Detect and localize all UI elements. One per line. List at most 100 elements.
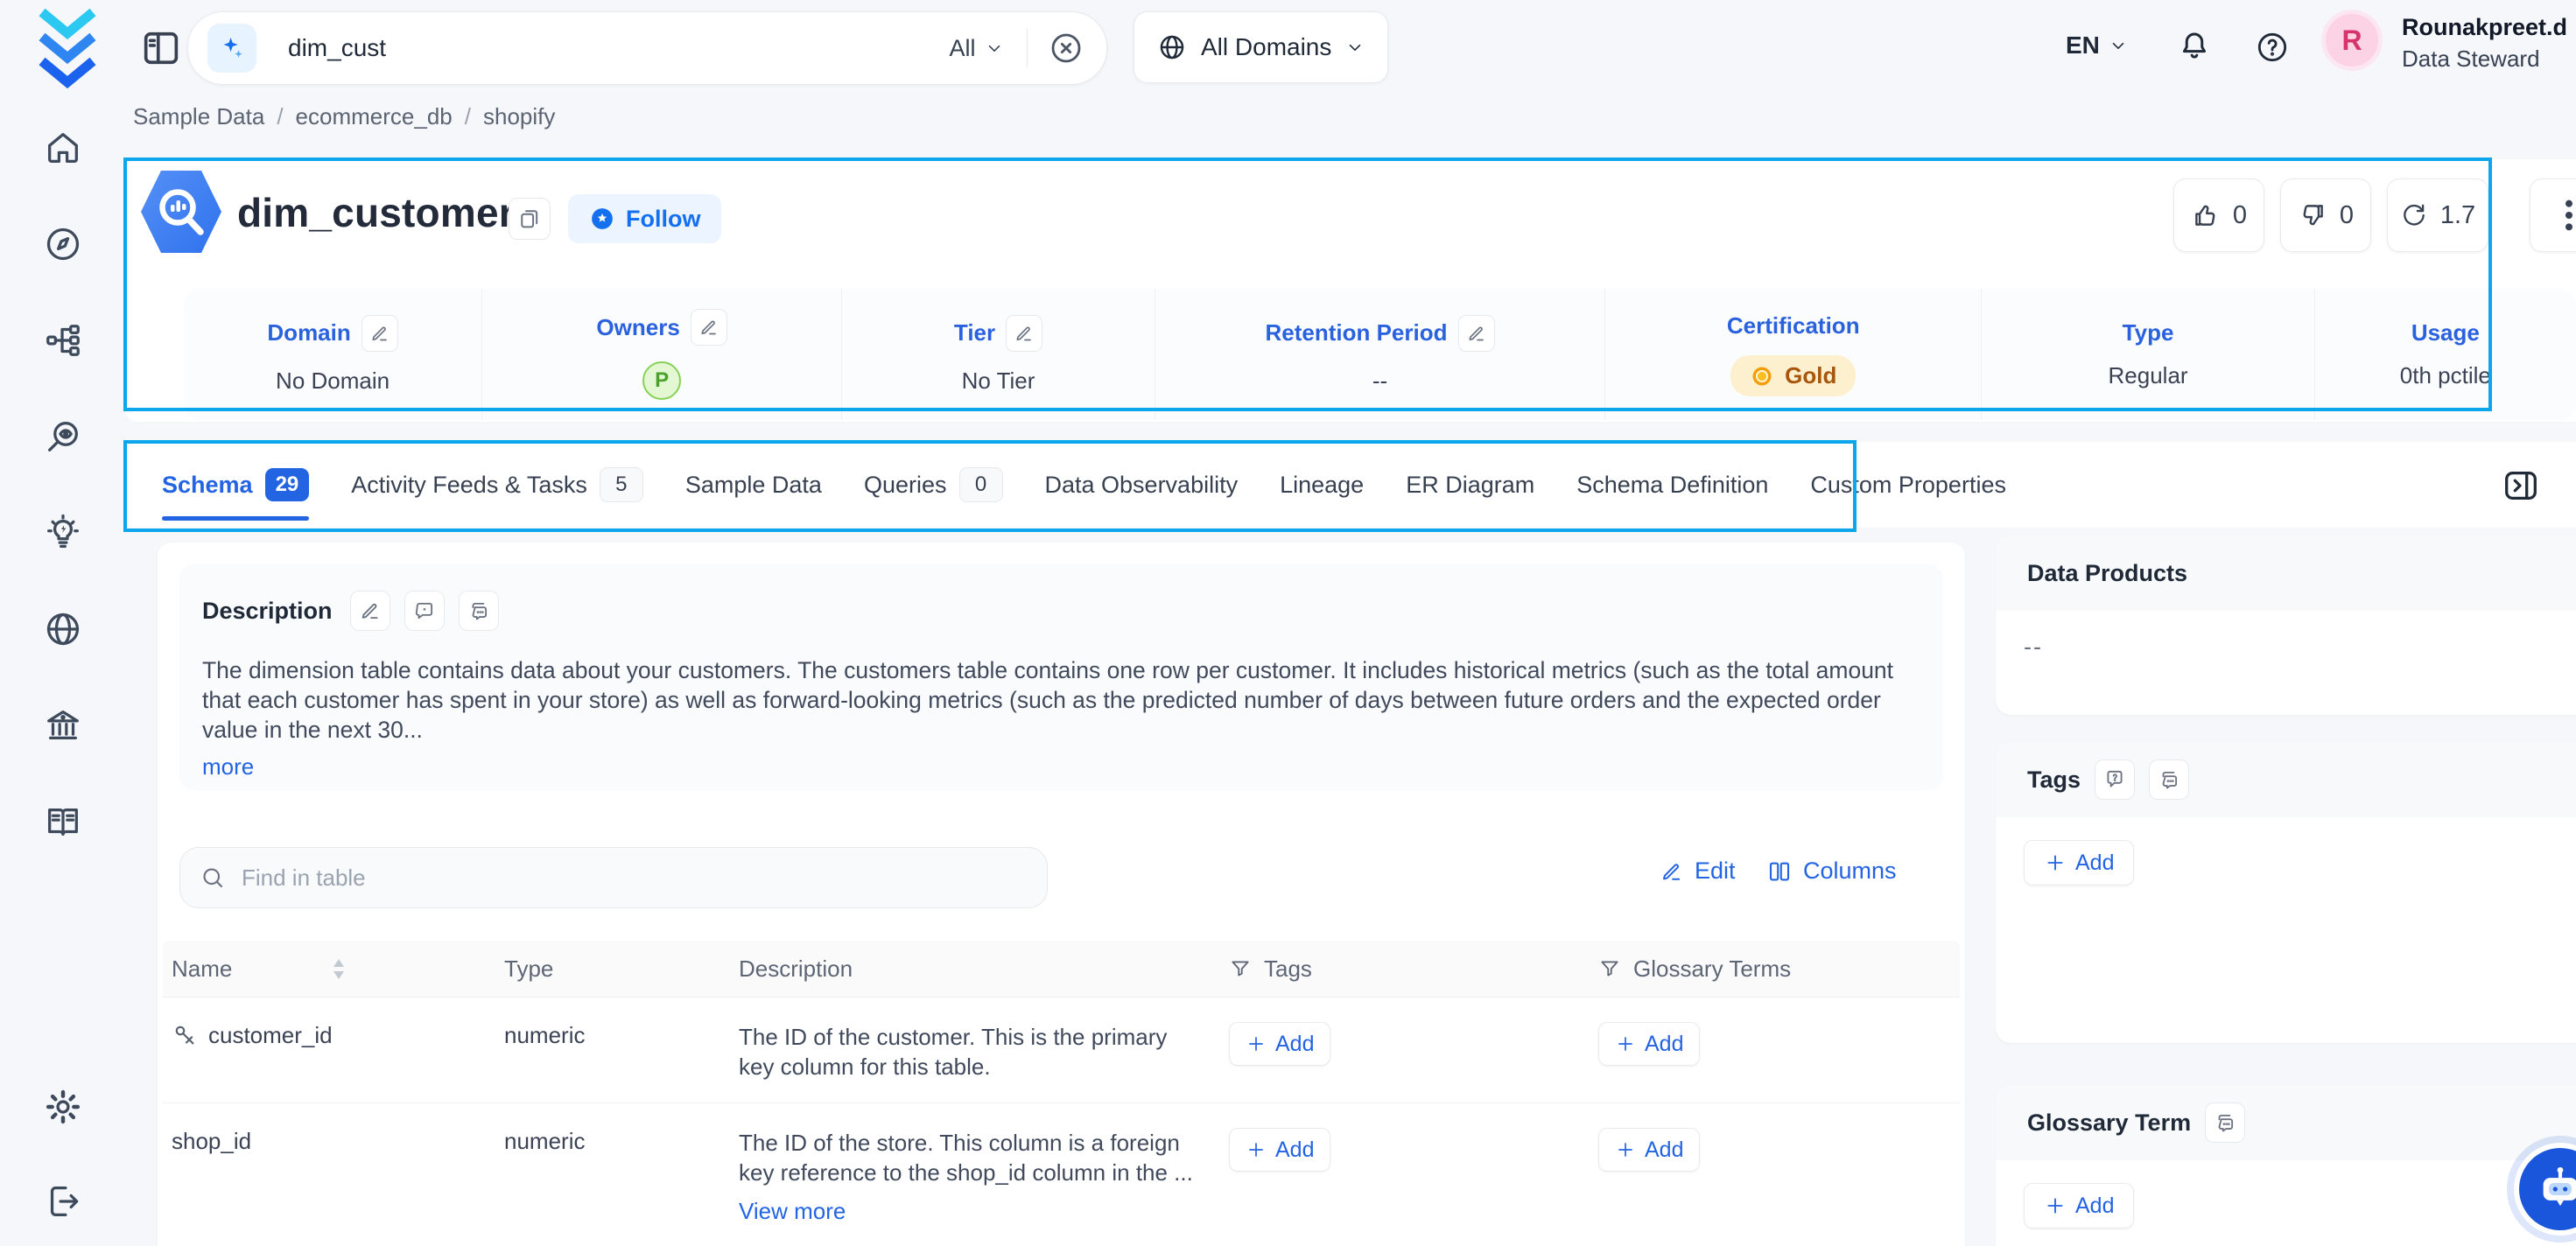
follow-button[interactable]: Follow xyxy=(568,194,721,243)
edit-domain-icon[interactable] xyxy=(361,315,398,352)
version-history-button[interactable]: 1.7 xyxy=(2387,178,2488,252)
tab-queries[interactable]: Queries 0 xyxy=(864,442,1003,528)
tags-request-icon[interactable] xyxy=(2095,760,2135,800)
col-header-type: Type xyxy=(495,941,730,997)
add-glossary-term-button[interactable]: Add xyxy=(1598,1128,1700,1172)
tab-er-diagram[interactable]: ER Diagram xyxy=(1406,442,1534,528)
find-in-table-search[interactable] xyxy=(179,847,1048,908)
star-icon xyxy=(589,206,615,232)
add-tag-button[interactable]: Add xyxy=(1229,1128,1330,1172)
pencil-icon xyxy=(1660,859,1684,884)
plus-icon xyxy=(1615,1033,1636,1054)
owners-label[interactable]: Owners xyxy=(596,314,679,341)
tags-conversation-icon[interactable] xyxy=(2149,760,2189,800)
add-glossary-term-button[interactable]: Add xyxy=(2024,1183,2134,1228)
notifications-bell-icon[interactable] xyxy=(2176,28,2213,65)
col-header-name[interactable]: Name xyxy=(163,941,495,997)
columns-label: Columns xyxy=(1803,858,1897,885)
metadata-domain: Domain No Domain xyxy=(184,289,482,420)
search-scope-dropdown[interactable]: All xyxy=(949,35,1003,62)
medal-icon xyxy=(1750,364,1774,388)
certification-label[interactable]: Certification xyxy=(1727,312,1860,340)
tab-label: Data Observability xyxy=(1045,472,1239,499)
glossary-conversation-icon[interactable] xyxy=(2205,1102,2245,1143)
all-domains-button[interactable]: All Domains xyxy=(1134,11,1388,83)
domains-globe-icon[interactable] xyxy=(43,609,83,649)
sidebar-toggle-icon[interactable] xyxy=(138,25,184,71)
plus-icon xyxy=(1615,1139,1636,1160)
retention-value: -- xyxy=(1372,368,1387,395)
column-name[interactable]: shop_id xyxy=(172,1128,251,1155)
glossary-book-icon[interactable] xyxy=(43,802,83,842)
settings-gear-icon[interactable] xyxy=(43,1087,83,1127)
suggestions-icon[interactable] xyxy=(459,591,499,631)
user-name: Rounakpreet.d xyxy=(2402,14,2567,41)
usage-label[interactable]: Usage xyxy=(2411,319,2480,346)
sort-icon[interactable] xyxy=(332,959,346,979)
col-header-description: Description xyxy=(730,941,1220,997)
add-tag-button[interactable]: Add xyxy=(2024,840,2134,886)
tab-schema[interactable]: Schema 29 xyxy=(162,442,309,528)
language-selector[interactable]: EN xyxy=(2066,32,2128,60)
app-logo-icon[interactable] xyxy=(32,7,103,89)
more-options-kebab-button[interactable] xyxy=(2530,178,2576,252)
tab-label: Sample Data xyxy=(685,472,822,499)
tab-sample-data[interactable]: Sample Data xyxy=(685,442,822,528)
filter-icon[interactable] xyxy=(1598,957,1621,980)
collapse-right-panel-icon[interactable] xyxy=(2501,466,2541,506)
domain-value: No Domain xyxy=(276,368,390,395)
copy-name-button[interactable] xyxy=(509,198,551,240)
search-input[interactable]: dim_cust xyxy=(288,34,949,62)
edit-retention-icon[interactable] xyxy=(1458,315,1495,352)
add-glossary-term-button[interactable]: Add xyxy=(1598,1022,1700,1066)
metadata-owners: Owners P xyxy=(482,289,842,420)
tab-activity-feeds[interactable]: Activity Feeds & Tasks 5 xyxy=(351,442,643,528)
find-in-table-input[interactable] xyxy=(240,864,1028,892)
active-tab-underline xyxy=(162,516,309,521)
tab-label: ER Diagram xyxy=(1406,472,1534,499)
owner-avatar[interactable]: P xyxy=(642,361,681,400)
table-row: shop_id numeric The ID of the store. Thi… xyxy=(163,1103,1960,1246)
domain-label[interactable]: Domain xyxy=(267,319,350,346)
user-avatar[interactable]: R xyxy=(2321,10,2383,71)
tab-custom-properties[interactable]: Custom Properties xyxy=(1810,442,2006,528)
comment-icon[interactable] xyxy=(404,591,445,631)
edit-table-button[interactable]: Edit xyxy=(1660,858,1736,885)
header-label: Glossary Terms xyxy=(1633,956,1791,983)
governance-bank-icon[interactable] xyxy=(43,705,83,746)
breadcrumb-item[interactable]: shopify xyxy=(483,103,555,130)
usage-value: 0th pctile xyxy=(2400,362,2491,389)
home-icon[interactable] xyxy=(43,128,83,168)
edit-tier-icon[interactable] xyxy=(1006,315,1042,352)
columns-button[interactable]: Columns xyxy=(1766,858,1897,885)
explore-compass-icon[interactable] xyxy=(43,224,83,264)
tab-schema-definition[interactable]: Schema Definition xyxy=(1576,442,1768,528)
downvote-button[interactable]: 0 xyxy=(2280,178,2371,252)
col-header-tags: Tags xyxy=(1220,941,1590,997)
breadcrumb-item[interactable]: Sample Data xyxy=(133,103,264,130)
insights-bulb-icon[interactable] xyxy=(43,513,83,553)
type-label[interactable]: Type xyxy=(2123,319,2174,346)
help-icon[interactable] xyxy=(2255,30,2290,65)
edit-owners-icon[interactable] xyxy=(691,309,727,346)
lineage-network-icon[interactable] xyxy=(43,320,83,360)
edit-description-icon[interactable] xyxy=(350,591,390,631)
column-name[interactable]: customer_id xyxy=(208,1022,333,1049)
globe-icon xyxy=(1157,32,1187,62)
logout-icon[interactable] xyxy=(43,1181,83,1222)
breadcrumb-item[interactable]: ecommerce_db xyxy=(296,103,453,130)
description-more-link[interactable]: more xyxy=(202,753,254,780)
header-label: Type xyxy=(504,956,553,983)
tab-data-observability[interactable]: Data Observability xyxy=(1045,442,1239,528)
view-more-link[interactable]: View more xyxy=(739,1196,1208,1226)
filter-icon[interactable] xyxy=(1229,957,1252,980)
search-clear-icon[interactable] xyxy=(1049,31,1084,66)
add-tag-button[interactable]: Add xyxy=(1229,1022,1330,1066)
tab-lineage[interactable]: Lineage xyxy=(1280,442,1364,528)
tier-label[interactable]: Tier xyxy=(954,319,995,346)
global-search-bar[interactable]: dim_cust All xyxy=(187,11,1107,85)
observability-search-eye-icon[interactable] xyxy=(43,416,83,457)
retention-label[interactable]: Retention Period xyxy=(1265,319,1447,346)
upvote-button[interactable]: 0 xyxy=(2173,178,2264,252)
tab-count-badge: 0 xyxy=(959,467,1003,502)
